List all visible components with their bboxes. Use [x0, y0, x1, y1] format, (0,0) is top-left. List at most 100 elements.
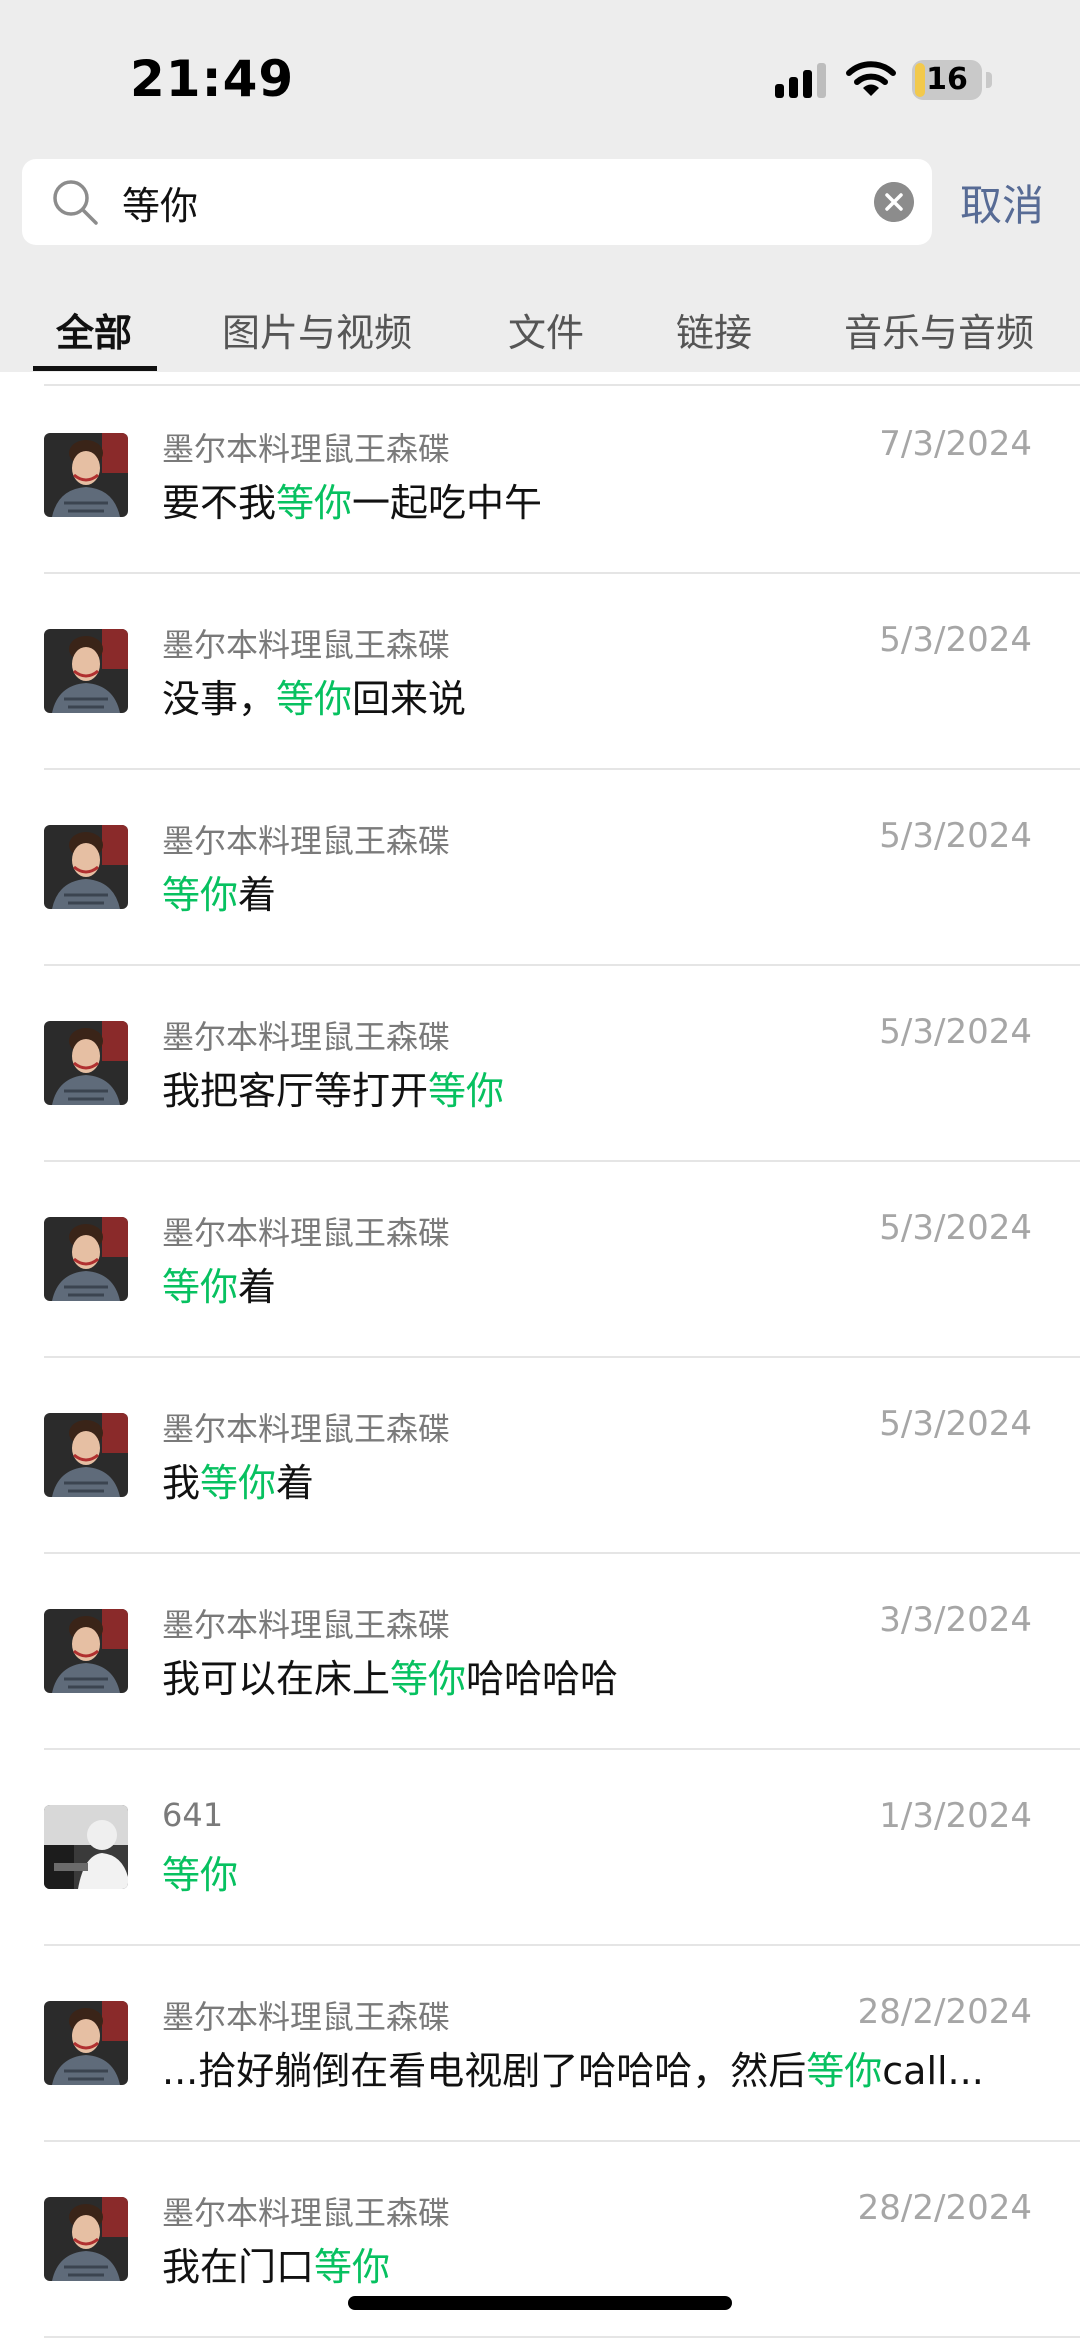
- battery-tip: [986, 72, 992, 88]
- message-snippet: 我等你着: [162, 1452, 1032, 1507]
- clear-icon[interactable]: [874, 182, 914, 222]
- tab-music-audio[interactable]: 音乐与音频: [844, 302, 1034, 357]
- keyword-highlight: 等你: [162, 1853, 239, 1897]
- message-date: 5/3/2024: [879, 1012, 1032, 1052]
- tab-all[interactable]: 全部: [56, 302, 132, 357]
- message-snippet: 要不我等你一起吃中午: [162, 472, 1032, 527]
- message-snippet: ...拾好躺倒在看电视剧了哈哈哈，然后等你call...: [162, 2040, 1032, 2095]
- row-divider: [44, 1552, 1080, 1554]
- header-area: 21:49 16 取消 全部 图片与视频 文件 链接 音乐与音频: [0, 0, 1080, 372]
- message-snippet: 我在门口等你: [162, 2236, 1032, 2291]
- message-snippet: 我把客厅等打开等你: [162, 1060, 1032, 1115]
- filter-tabs: 全部 图片与视频 文件 链接 音乐与音频: [0, 292, 1080, 372]
- row-divider: [44, 1160, 1080, 1162]
- message-date: 5/3/2024: [879, 1208, 1032, 1248]
- list-item[interactable]: 墨尔本料理鼠王森碟 7/3/2024 要不我等你一起吃中午: [0, 380, 1080, 574]
- row-divider: [44, 768, 1080, 770]
- wifi-icon: [846, 61, 896, 96]
- keyword-highlight: 等你: [162, 1265, 239, 1309]
- message-text: 我: [162, 1461, 201, 1505]
- row-divider: [44, 572, 1080, 574]
- message-date: 5/3/2024: [879, 1404, 1032, 1444]
- avatar: [44, 1413, 128, 1497]
- message-text: 我在门口: [162, 2245, 315, 2289]
- message-text: 哈哈哈哈: [466, 1657, 619, 1701]
- avatar: [44, 1805, 128, 1889]
- avatar: [44, 629, 128, 713]
- message-text: 我把客厅等打开: [162, 1069, 429, 1113]
- tab-files[interactable]: 文件: [508, 302, 584, 357]
- message-snippet: 我可以在床上等你哈哈哈哈: [162, 1648, 1032, 1703]
- avatar: [44, 2001, 128, 2085]
- message-snippet: 等你着: [162, 864, 1032, 919]
- sender-name: 墨尔本料理鼠王森碟: [162, 1606, 451, 1644]
- sender-name: 641: [162, 1796, 224, 1834]
- row-divider: [44, 964, 1080, 966]
- message-text: 着: [238, 873, 277, 917]
- message-text: call...: [882, 2049, 984, 2093]
- message-date: 28/2/2024: [857, 1992, 1032, 2032]
- message-text: 回来说: [352, 677, 467, 721]
- sender-name: 墨尔本料理鼠王森碟: [162, 2194, 451, 2232]
- sender-name: 墨尔本料理鼠王森碟: [162, 626, 451, 664]
- message-date: 5/3/2024: [879, 620, 1032, 660]
- avatar: [44, 1609, 128, 1693]
- message-snippet: 等你: [162, 1844, 1032, 1899]
- tab-links[interactable]: 链接: [676, 302, 752, 357]
- search-input[interactable]: [122, 159, 862, 245]
- list-item[interactable]: 641 1/3/2024 等你: [0, 1752, 1080, 1946]
- avatar: [44, 1217, 128, 1301]
- cancel-button[interactable]: 取消: [960, 172, 1044, 233]
- message-text: 我可以在床上: [162, 1657, 391, 1701]
- sender-name: 墨尔本料理鼠王森碟: [162, 1214, 451, 1252]
- sender-name: 墨尔本料理鼠王森碟: [162, 1018, 451, 1056]
- keyword-highlight: 等你: [428, 1069, 505, 1113]
- tab-active-indicator: [33, 366, 157, 371]
- message-text: 没事，: [162, 677, 277, 721]
- list-item[interactable]: 墨尔本料理鼠王森碟 5/3/2024 没事，等你回来说: [0, 576, 1080, 770]
- keyword-highlight: 等你: [806, 2049, 883, 2093]
- sender-name: 墨尔本料理鼠王森碟: [162, 822, 451, 860]
- keyword-highlight: 等你: [314, 2245, 391, 2289]
- list-item[interactable]: 墨尔本料理鼠王森碟 5/3/2024 我等你着: [0, 1360, 1080, 1554]
- keyword-highlight: 等你: [200, 1461, 277, 1505]
- message-text: 着: [238, 1265, 277, 1309]
- message-date: 1/3/2024: [879, 1796, 1032, 1836]
- message-text: 一起吃中午: [352, 481, 543, 525]
- tab-images-videos[interactable]: 图片与视频: [222, 302, 412, 357]
- message-date: 7/3/2024: [879, 424, 1032, 464]
- message-date: 5/3/2024: [879, 816, 1032, 856]
- list-item[interactable]: 墨尔本料理鼠王森碟 28/2/2024 ...拾好躺倒在看电视剧了哈哈哈，然后等你c…: [0, 1948, 1080, 2142]
- sender-name: 墨尔本料理鼠王森碟: [162, 1410, 451, 1448]
- keyword-highlight: 等你: [390, 1657, 467, 1701]
- message-snippet: 等你着: [162, 1256, 1032, 1311]
- message-text: 着: [276, 1461, 315, 1505]
- row-divider: [44, 2140, 1080, 2142]
- keyword-highlight: 等你: [276, 481, 353, 525]
- message-text: ...拾好躺倒在看电视剧了哈哈哈，然后: [162, 2049, 807, 2093]
- list-item[interactable]: 墨尔本料理鼠王森碟 5/3/2024 等你着: [0, 1164, 1080, 1358]
- message-text: 要不我: [162, 481, 277, 525]
- status-time: 21:49: [130, 50, 295, 108]
- message-snippet: 没事，等你回来说: [162, 668, 1032, 723]
- avatar: [44, 825, 128, 909]
- avatar: [44, 2197, 128, 2281]
- list-item[interactable]: 墨尔本料理鼠王森碟 3/3/2024 我可以在床上等你哈哈哈哈: [0, 1556, 1080, 1750]
- list-item[interactable]: 墨尔本料理鼠王森碟 5/3/2024 等你着: [0, 772, 1080, 966]
- message-date: 28/2/2024: [857, 2188, 1032, 2228]
- avatar: [44, 433, 128, 517]
- list-item[interactable]: 墨尔本料理鼠王森碟 5/3/2024 我把客厅等打开等你: [0, 968, 1080, 1162]
- search-icon: [53, 180, 98, 225]
- message-date: 3/3/2024: [879, 1600, 1032, 1640]
- row-divider: [44, 1748, 1080, 1750]
- search-bar[interactable]: [22, 159, 932, 245]
- sender-name: 墨尔本料理鼠王森碟: [162, 1998, 451, 2036]
- battery-icon: 16: [912, 60, 982, 100]
- row-divider: [44, 1356, 1080, 1358]
- row-divider: [44, 2336, 1080, 2338]
- battery-percent: 16: [926, 62, 968, 97]
- sender-name: 墨尔本料理鼠王森碟: [162, 430, 451, 468]
- row-divider: [44, 1944, 1080, 1946]
- keyword-highlight: 等你: [276, 677, 353, 721]
- home-indicator: [348, 2296, 732, 2310]
